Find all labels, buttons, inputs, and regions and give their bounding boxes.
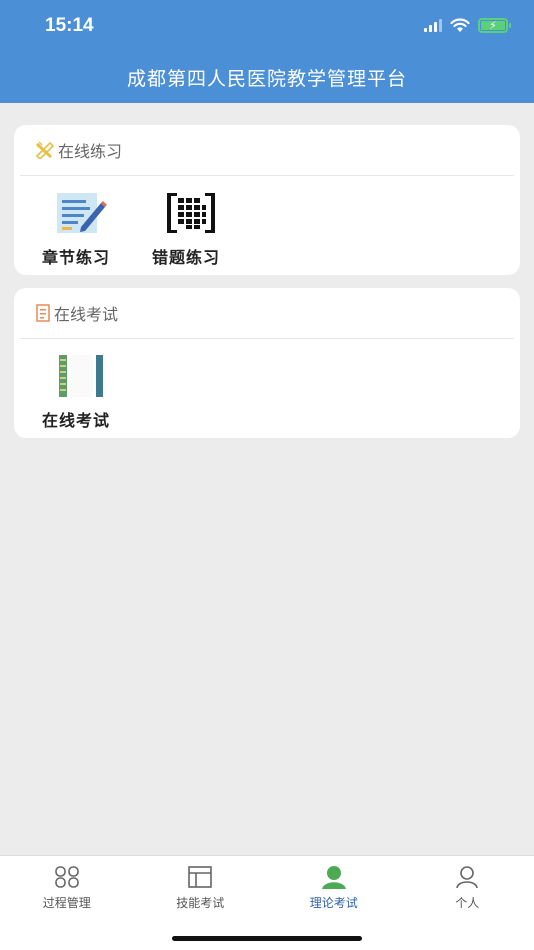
tab-personal-label: 个人 [455,896,480,910]
pencil-ruler-icon [35,141,55,159]
tab-theory-exam-label: 理论考试 [309,896,358,910]
wrong-question-practice-button[interactable]: 错题练习 [152,190,262,268]
cellular-signal-icon [424,19,442,32]
online-exam-card: 在线考试 在线考试 [14,288,520,438]
status-time: 15:14 [45,15,94,36]
status-bar: 15:14 ⚡ [0,0,534,54]
home-indicator [172,936,362,941]
exam-book-icon [59,355,103,397]
tab-process-management-label: 过程管理 [42,896,91,910]
chapter-practice-label: 章节练习 [42,248,111,267]
app-header: 15:14 ⚡ 成都第四人民医院教学管理平台 [0,0,534,103]
online-practice-card: 在线练习 章节练习 错题练习 [14,125,520,275]
chapter-practice-button[interactable]: 章节练习 [42,190,152,268]
online-practice-header: 在线练习 [20,125,514,176]
theory-person-icon [321,866,346,889]
tab-skill-exam[interactable]: 技能考试 [134,856,268,914]
chapter-notes-icon [57,193,107,233]
wrong-question-practice-label: 错题练习 [152,248,221,267]
skill-panel-icon [188,866,213,888]
wifi-icon [450,18,470,32]
online-exam-header: 在线考试 [20,288,514,339]
status-icons: ⚡ [424,18,511,33]
tab-skill-exam-label: 技能考试 [176,896,225,910]
online-exam-button[interactable]: 在线考试 [42,353,152,431]
online-exam-title: 在线考试 [54,305,119,324]
online-exam-label: 在线考试 [42,411,111,430]
page-title: 成都第四人民医院教学管理平台 [126,68,407,90]
bottom-tab-bar: 过程管理 技能考试 理论考试 个人 [0,855,534,950]
user-icon [456,866,479,889]
tab-theory-exam[interactable]: 理论考试 [267,856,401,914]
battery-icon: ⚡ [478,18,511,33]
tab-personal[interactable]: 个人 [401,856,534,914]
online-practice-title: 在线练习 [58,142,123,161]
tab-process-management[interactable]: 过程管理 [0,856,134,914]
process-grid-icon [54,866,79,888]
wrong-questions-icon [167,193,215,233]
exam-paper-icon [36,304,50,322]
